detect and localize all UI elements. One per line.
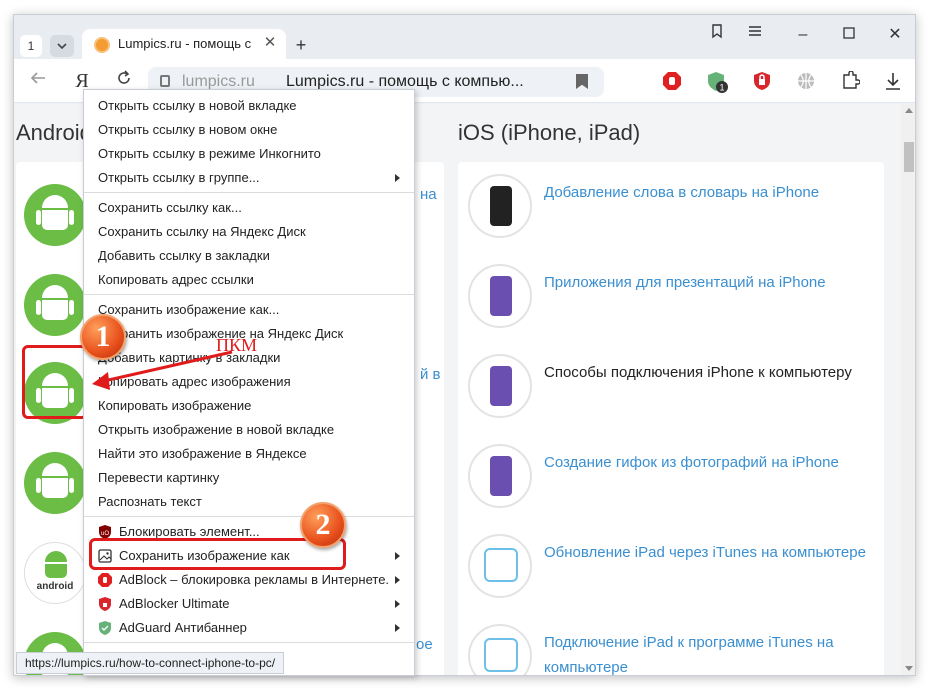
window-close-button[interactable]: ✕	[880, 23, 910, 47]
menu-item-copy-image-address[interactable]: Копировать адрес изображения	[84, 370, 414, 394]
scroll-thumb[interactable]	[904, 142, 914, 172]
iphone-gif-icon	[468, 444, 532, 508]
tab-list-dropdown[interactable]	[50, 35, 74, 57]
menu-separator	[84, 294, 414, 295]
scroll-down-arrow-icon[interactable]	[905, 666, 913, 671]
android-article-icon[interactable]	[24, 452, 86, 514]
menu-item-label: AdBlock – блокировка рекламы в Интернете…	[119, 572, 390, 587]
itunes-icon	[468, 534, 532, 598]
hamburger-menu-icon[interactable]	[740, 23, 770, 47]
ios-article-link[interactable]: Обновление iPad через iTunes на компьюте…	[544, 540, 884, 565]
download-icon[interactable]	[884, 71, 904, 91]
context-menu: Открыть ссылку в новой вкладке Открыть с…	[83, 89, 415, 676]
status-bar-url: https://lumpics.ru/how-to-connect-iphone…	[16, 652, 285, 674]
android-link-fragment[interactable]: ое	[416, 636, 433, 653]
menu-item-open-link-new-window[interactable]: Открыть ссылку в новом окне	[84, 118, 414, 142]
tab-title: Lumpics.ru - помощь с	[118, 36, 252, 51]
menu-item-save-link-yandex-disk[interactable]: Сохранить ссылку на Яндекс Диск	[84, 220, 414, 244]
submenu-arrow-icon	[395, 576, 400, 584]
submenu-arrow-icon	[395, 174, 400, 182]
android-link-fragment[interactable]: на	[420, 186, 437, 203]
ios-article-link[interactable]: Способы подключения iPhone к компьютеру	[544, 360, 884, 385]
tab-count-button[interactable]: 1	[20, 35, 42, 57]
adblock-extension-icon[interactable]	[662, 71, 682, 91]
ublock-icon: uO	[99, 525, 111, 539]
extensions-icon[interactable]	[840, 70, 861, 91]
new-tab-button[interactable]: +	[290, 35, 312, 57]
menu-item-save-link-as[interactable]: Сохранить ссылку как...	[84, 196, 414, 220]
submenu-arrow-icon	[395, 600, 400, 608]
globe-icon[interactable]	[796, 71, 816, 91]
menu-item-search-image-yandex[interactable]: Найти это изображение в Яндексе	[84, 442, 414, 466]
menu-item-open-link-incognito[interactable]: Открыть ссылку в режиме Инкогнито	[84, 142, 414, 166]
ios-article-link[interactable]: Добавление слова в словарь на iPhone	[544, 180, 884, 205]
iphone-presentation-icon	[468, 264, 532, 328]
menu-item-adblocker-ultimate[interactable]: AdBlocker Ultimate	[84, 592, 414, 616]
lumpics-favicon-icon	[94, 37, 110, 53]
chevron-down-icon	[57, 43, 67, 50]
back-arrow-icon[interactable]	[26, 69, 50, 93]
ios-section-title: iOS (iPhone, iPad)	[458, 120, 641, 145]
menu-item-label: AdBlocker Ultimate	[119, 596, 230, 611]
pkm-label: ПКМ	[216, 335, 258, 355]
tab-strip: 1 Lumpics.ru - помощь с ✕ + – ✕	[14, 15, 915, 59]
iphone-icon	[468, 174, 532, 238]
menu-item-label: Открыть ссылку в группе...	[98, 170, 260, 185]
menu-item-copy-link-address[interactable]: Копировать адрес ссылки	[84, 268, 414, 292]
maximize-button[interactable]	[834, 23, 864, 47]
svg-text:uO: uO	[101, 531, 109, 537]
menu-separator	[84, 516, 414, 517]
scroll-up-arrow-icon[interactable]	[905, 108, 913, 113]
menu-item-recognize-text[interactable]: Распознать текст	[84, 490, 414, 514]
ios-article-link[interactable]: Создание гифок из фотографий на iPhone	[544, 450, 884, 475]
menu-item-translate-image[interactable]: Перевести картинку	[84, 466, 414, 490]
menu-item-bookmark-link[interactable]: Добавить ссылку в закладки	[84, 244, 414, 268]
submenu-arrow-icon	[395, 624, 400, 632]
android-logo-icon[interactable]: android	[24, 542, 86, 604]
menu-item-open-link-new-tab[interactable]: Открыть ссылку в новой вкладке	[84, 94, 414, 118]
ios-article-link[interactable]: Подключение iPad к программе iTunes на к…	[544, 630, 884, 675]
android-word: android	[36, 581, 74, 592]
adguard-icon	[99, 621, 111, 635]
iphone-connect-icon	[468, 354, 532, 418]
minimize-button[interactable]: –	[788, 23, 818, 47]
menu-item-open-link-group[interactable]: Открыть ссылку в группе...	[84, 166, 414, 190]
close-icon[interactable]: ✕	[260, 33, 280, 53]
android-article-icon[interactable]	[24, 184, 86, 246]
extension-badge-count: 1	[719, 83, 724, 93]
android-link-fragment[interactable]: й в	[420, 366, 441, 383]
tab-active[interactable]: Lumpics.ru - помощь с ✕	[82, 29, 286, 59]
android-section-title: Android	[16, 120, 92, 145]
bookmark-icon[interactable]	[576, 74, 588, 89]
menu-item-open-image-new-tab[interactable]: Открыть изображение в новой вкладке	[84, 418, 414, 442]
menu-separator	[84, 642, 414, 643]
lock-icon[interactable]	[160, 75, 170, 87]
menu-separator	[84, 192, 414, 193]
image-highlight	[22, 345, 88, 419]
menu-item-save-image-as[interactable]: Сохранить изображение как...	[84, 298, 414, 322]
ios-article-link[interactable]: Приложения для презентаций на iPhone	[544, 270, 884, 295]
page-scrollbar[interactable]	[901, 104, 915, 675]
adblocker-ultimate-extension-icon[interactable]	[752, 71, 772, 91]
menu-item-label: AdGuard Антибаннер	[119, 620, 247, 635]
menu-item-adguard[interactable]: AdGuard Антибаннер	[84, 616, 414, 640]
collections-icon[interactable]	[702, 23, 732, 47]
step-badge-1: 1	[80, 314, 126, 360]
menu-item-adblock[interactable]: AdBlock – блокировка рекламы в Интернете…	[84, 568, 414, 592]
android-article-icon[interactable]	[24, 274, 86, 336]
itunes-icon	[468, 624, 532, 675]
submenu-arrow-icon	[395, 552, 400, 560]
adblock-icon	[98, 573, 112, 587]
ios-card: Добавление слова в словарь на iPhone При…	[458, 162, 884, 675]
menu-item-label: Блокировать элемент...	[119, 524, 260, 539]
adblocker-ultimate-icon	[99, 597, 111, 611]
menu-item-copy-image[interactable]: Копировать изображение	[84, 394, 414, 418]
step-badge-2: 2	[300, 502, 346, 548]
adguard-extension-icon[interactable]: 1	[706, 71, 728, 93]
